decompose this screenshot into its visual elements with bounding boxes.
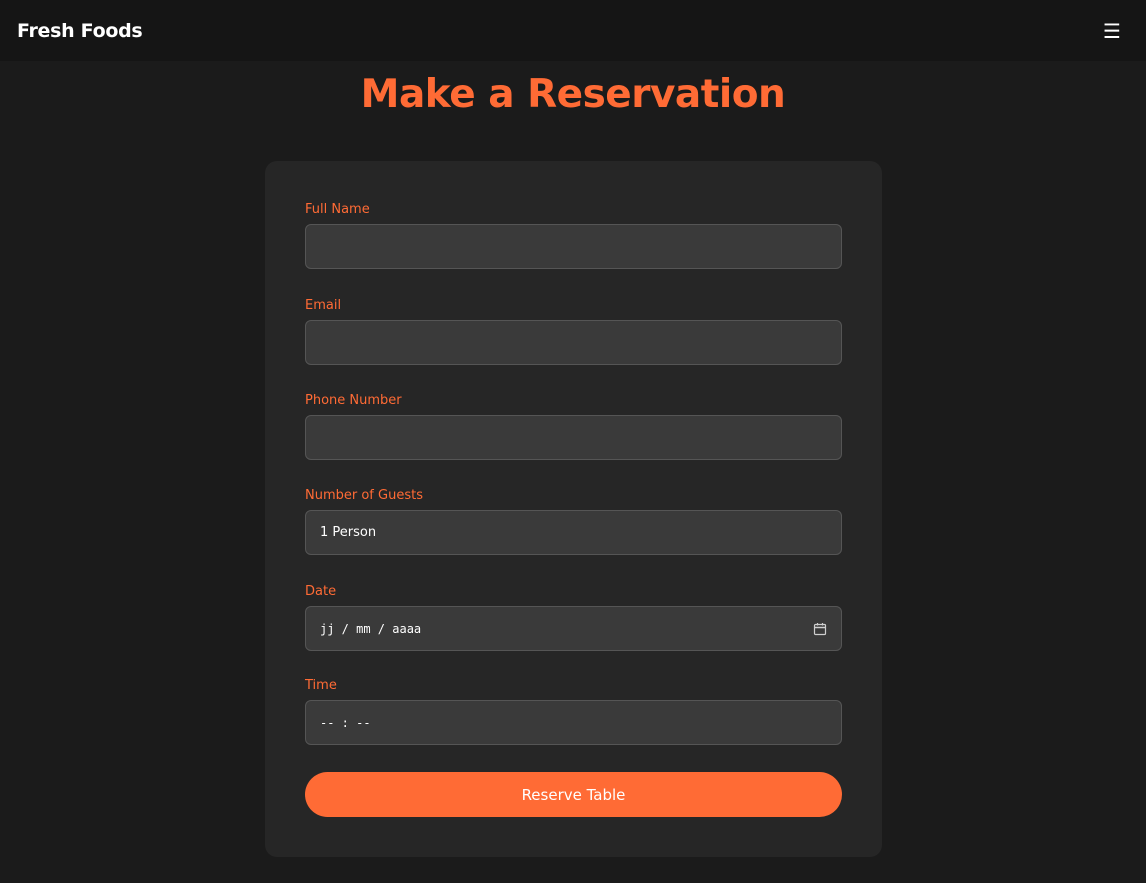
time-placeholder: -- : -- (320, 715, 371, 730)
date-label: Date (305, 584, 337, 599)
email-label: Email (305, 298, 342, 313)
full-name-field: Full Name (305, 202, 842, 269)
phone-label: Phone Number (305, 393, 402, 408)
brand-logo[interactable]: Fresh Foods (17, 20, 143, 42)
phone-field: Phone Number (305, 393, 842, 460)
time-input[interactable]: -- : -- (305, 700, 842, 745)
page-title: Make a Reservation (360, 72, 786, 117)
calendar-icon[interactable] (813, 622, 827, 636)
navbar: Fresh Foods ☰ (0, 0, 1146, 61)
time-label: Time (305, 678, 337, 693)
hamburger-menu-icon[interactable]: ☰ (1101, 19, 1123, 43)
guests-field: Number of Guests 1 Person (305, 488, 842, 555)
full-name-label: Full Name (305, 202, 370, 217)
guests-select[interactable]: 1 Person (305, 510, 842, 555)
reservation-form: Full Name Email Phone Number Number of G… (265, 161, 882, 857)
date-input[interactable]: jj / mm / aaaa (305, 606, 842, 651)
date-placeholder: jj / mm / aaaa (320, 621, 422, 636)
date-field: Date jj / mm / aaaa (305, 584, 842, 651)
guests-selected-value: 1 Person (320, 525, 377, 540)
guests-label: Number of Guests (305, 488, 423, 503)
reserve-table-button[interactable]: Reserve Table (305, 772, 842, 817)
email-input[interactable] (305, 320, 842, 365)
phone-input[interactable] (305, 415, 842, 460)
full-name-input[interactable] (305, 224, 842, 269)
email-field: Email (305, 298, 842, 365)
time-field: Time -- : -- (305, 678, 842, 745)
